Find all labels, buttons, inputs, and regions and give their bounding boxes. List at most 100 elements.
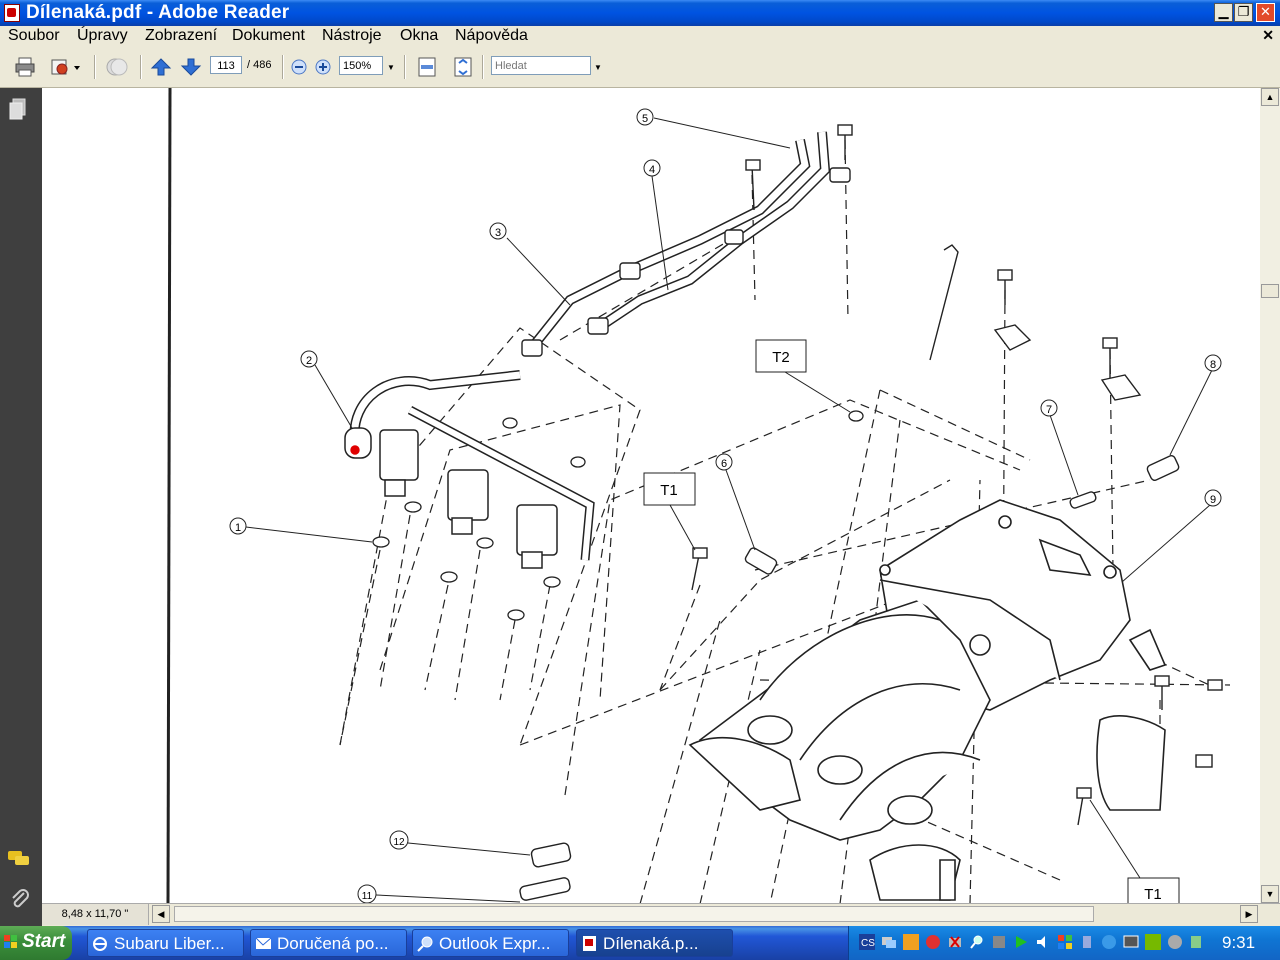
horizontal-scroll-thumb[interactable]: [174, 906, 1094, 922]
svg-text:5: 5: [642, 113, 648, 125]
internet-explorer-icon: [93, 937, 107, 951]
taskbar: Start Subaru Liber... Doručená po... Out…: [0, 926, 1280, 960]
volume-icon[interactable]: [1035, 934, 1051, 950]
task-inbox[interactable]: Doručená po...: [250, 929, 407, 957]
menu-soubor[interactable]: Soubor: [8, 27, 60, 45]
menu-napoveda[interactable]: Nápověda: [455, 27, 528, 45]
hand-tool-icon[interactable]: [104, 57, 130, 77]
svg-text:11: 11: [362, 891, 373, 902]
zoom-in-icon[interactable]: [312, 57, 334, 77]
previous-page-icon[interactable]: [150, 57, 172, 77]
update-icon[interactable]: [1101, 934, 1117, 950]
callout-7: 7: [1040, 399, 1058, 417]
attachments-panel-icon[interactable]: [9, 888, 31, 910]
vertical-scroll-thumb[interactable]: [1261, 284, 1279, 298]
svg-text:CS: CS: [861, 938, 875, 949]
windows-update-icon[interactable]: [1057, 934, 1073, 950]
next-page-icon[interactable]: [180, 57, 202, 77]
svg-text:7: 7: [1046, 404, 1052, 416]
menu-bar: Soubor Úpravy Zobrazení Dokument Nástroj…: [0, 26, 1280, 47]
play-icon[interactable]: [1013, 934, 1029, 950]
restore-button[interactable]: ❐: [1234, 3, 1253, 22]
scroll-left-button[interactable]: ◀: [152, 905, 170, 923]
mail-icon: [255, 937, 272, 949]
image-app-icon[interactable]: [903, 934, 919, 950]
magnifier-icon: [417, 936, 433, 952]
task-label: Outlook Expr...: [439, 934, 551, 953]
pdf-icon: [583, 936, 596, 951]
network-warning-icon[interactable]: [947, 934, 963, 950]
document-view[interactable]: 1 2 3 4 5 6 7 8 9 11 12 T2 T1 T1: [42, 88, 1260, 904]
search-input[interactable]: Hledat: [491, 56, 591, 75]
display-icon[interactable]: [1123, 934, 1139, 950]
nvidia-icon[interactable]: [1145, 934, 1161, 950]
search-dropdown-icon[interactable]: ▼: [594, 63, 602, 72]
system-tray: CS: [848, 926, 1280, 960]
callout-5: 5: [636, 108, 654, 126]
svg-text:8: 8: [1210, 359, 1216, 371]
scroll-right-button[interactable]: ▶: [1240, 905, 1258, 923]
minimize-button[interactable]: ▁: [1214, 3, 1233, 22]
fit-page-icon[interactable]: [452, 57, 474, 77]
menu-zobrazeni[interactable]: Zobrazení: [145, 27, 217, 45]
windows-flag-icon: [4, 935, 17, 948]
menu-nastroje[interactable]: Nástroje: [322, 27, 382, 45]
callout-2: 2: [300, 350, 318, 368]
connection-icon[interactable]: [1189, 934, 1205, 950]
svg-text:T2: T2: [772, 349, 790, 366]
clock: 9:31: [1222, 933, 1256, 952]
task-label: Dílenaká.p...: [603, 934, 699, 953]
menu-upravy[interactable]: Úpravy: [77, 27, 128, 45]
disk-icon[interactable]: [1167, 934, 1183, 950]
network-icon[interactable]: [881, 934, 897, 950]
tools-icon[interactable]: [991, 934, 1007, 950]
close-button[interactable]: ✕: [1256, 3, 1275, 22]
callout-3: 3: [489, 222, 507, 240]
page-total: / 486: [247, 59, 272, 71]
svg-text:6: 6: [721, 458, 727, 470]
pages-panel-icon[interactable]: [9, 98, 27, 120]
torque-label-t2: T2: [755, 339, 807, 373]
menu-dokument[interactable]: Dokument: [232, 27, 305, 45]
pdf-app-icon: [4, 4, 20, 22]
task-adobe-reader[interactable]: Dílenaká.p...: [576, 929, 733, 957]
callout-11: 11: [357, 884, 377, 904]
zoom-input[interactable]: 150%: [339, 56, 383, 75]
cursor-marker: [350, 445, 360, 455]
callout-1: 1: [229, 517, 247, 535]
task-subaru-browser[interactable]: Subaru Liber...: [87, 929, 244, 957]
svg-text:T1: T1: [660, 482, 678, 499]
torque-label-t1-lower: T1: [1127, 877, 1180, 904]
callout-9: 9: [1204, 489, 1222, 507]
page-number-input[interactable]: 113: [210, 56, 242, 74]
title-bar[interactable]: Dílenaká.pdf - Adobe Reader ▁ ❐ ✕: [0, 0, 1280, 26]
start-button[interactable]: Start: [0, 926, 72, 960]
page-size-label: 8,48 x 11,70 ": [42, 904, 149, 925]
print-icon[interactable]: [14, 57, 36, 77]
window-title: Dílenaká.pdf - Adobe Reader: [26, 2, 290, 23]
menu-okna[interactable]: Okna: [400, 27, 438, 45]
vertical-scrollbar[interactable]: ▲ ▼: [1260, 88, 1280, 904]
svg-text:9: 9: [1210, 494, 1216, 506]
usb-icon[interactable]: [1079, 934, 1095, 950]
svg-text:T1: T1: [1144, 886, 1162, 903]
torque-label-t1: T1: [643, 472, 696, 506]
start-label: Start: [22, 931, 66, 952]
language-icon[interactable]: CS: [859, 934, 875, 950]
zoom-out-icon[interactable]: [288, 57, 310, 77]
scroll-down-button[interactable]: ▼: [1261, 885, 1279, 903]
scroll-up-button[interactable]: ▲: [1261, 88, 1279, 106]
zoom-dropdown-icon[interactable]: ▼: [387, 63, 395, 72]
navigation-pane: [0, 88, 42, 926]
comments-panel-icon[interactable]: [7, 850, 31, 868]
svg-text:4: 4: [649, 164, 655, 176]
svg-text:2: 2: [306, 355, 312, 367]
antivirus-icon[interactable]: [925, 934, 941, 950]
search-tray-icon[interactable]: [969, 934, 985, 950]
callout-12: 12: [389, 830, 409, 850]
task-label: Doručená po...: [277, 934, 389, 953]
fit-width-icon[interactable]: [416, 57, 438, 77]
task-outlook-find[interactable]: Outlook Expr...: [412, 929, 569, 957]
email-attach-icon[interactable]: [50, 57, 80, 77]
close-document-icon[interactable]: ✕: [1262, 27, 1274, 44]
